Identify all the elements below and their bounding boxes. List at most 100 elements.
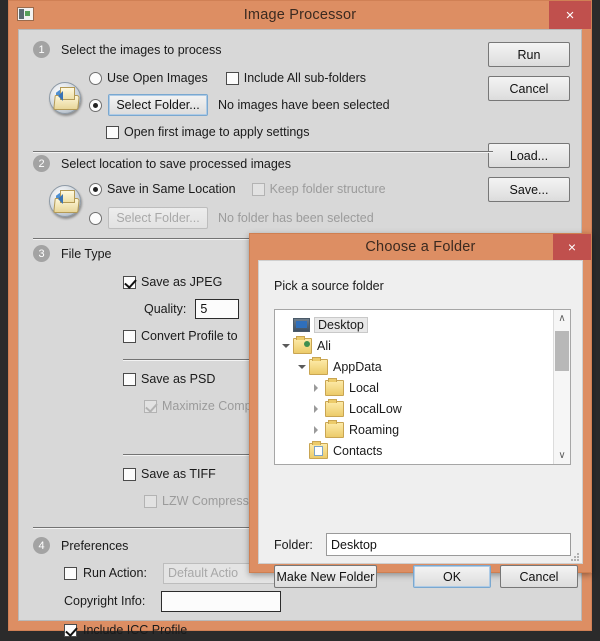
make-new-folder-button[interactable]: Make New Folder: [274, 565, 377, 588]
contacts-icon: [309, 440, 328, 459]
row-open-first-image: Open first image to apply settings: [89, 121, 493, 143]
label-copyright-info: Copyright Info:: [64, 594, 146, 608]
radio-select-folder-source[interactable]: [89, 98, 102, 112]
label-save-as-psd: Save as PSD: [141, 372, 216, 386]
cancel-button[interactable]: Cancel: [500, 565, 578, 588]
section-select-images: 1 Select the images to process Use Open …: [33, 41, 493, 153]
folder-picture-icon: [47, 184, 85, 218]
scroll-down-icon[interactable]: ∨: [554, 447, 570, 464]
close-icon[interactable]: ×: [553, 234, 591, 260]
twisty-expanded-icon[interactable]: [295, 361, 309, 373]
checkbox-save-as-tiff[interactable]: [123, 467, 136, 481]
row-copyright-info: Copyright Info:: [64, 589, 493, 613]
row-use-open-images: Use Open Images Include All sub-folders: [89, 67, 493, 89]
checkbox-convert-profile[interactable]: [123, 329, 136, 343]
folder-tree[interactable]: Desktop Ali AppData Local LocalLow Roami…: [274, 309, 571, 465]
checkbox-open-first-image[interactable]: [106, 125, 119, 139]
tree-item-ali[interactable]: Ali: [279, 335, 552, 356]
label-folder: Folder:: [274, 537, 313, 552]
checkbox-run-action[interactable]: [64, 566, 77, 580]
copyright-input[interactable]: [161, 590, 282, 612]
tree-item-local[interactable]: Local: [279, 377, 552, 398]
tree-item-label: Desktop: [314, 316, 368, 333]
quality-input[interactable]: 5: [195, 299, 240, 319]
select-folder-dest-button[interactable]: Select Folder...: [108, 207, 208, 229]
label-quality: Quality:: [144, 302, 187, 316]
row-select-folder-source: Select Folder... No images have been sel…: [89, 92, 493, 118]
checkbox-keep-folder-structure[interactable]: [251, 182, 265, 196]
checkbox-save-as-psd[interactable]: [123, 372, 136, 386]
radio-select-folder-dest[interactable]: [89, 211, 102, 225]
close-icon[interactable]: ×: [549, 1, 591, 29]
folder-dialog-buttons: Make New Folder OK Cancel: [274, 565, 578, 588]
label-save-as-jpeg: Save as JPEG: [141, 275, 223, 289]
folder-dialog-titlebar: Choose a Folder ×: [250, 234, 591, 260]
section-1-header: 1 Select the images to process: [33, 41, 493, 58]
label-include-icc-profile: Include ICC Profile: [83, 623, 188, 637]
label-convert-profile: Convert Profile to: [141, 329, 238, 343]
run-button[interactable]: Run: [488, 42, 570, 67]
twisty-collapsed-icon[interactable]: [311, 383, 325, 392]
tree-scrollbar[interactable]: ∧ ∨: [553, 310, 570, 464]
label-run-action: Run Action:: [83, 566, 147, 580]
folder-icon: [325, 398, 344, 417]
label-use-open-images: Use Open Images: [107, 71, 208, 85]
select-folder-source-button[interactable]: Select Folder...: [108, 94, 208, 116]
step-number-badge: 2: [33, 155, 50, 172]
scrollbar-thumb[interactable]: [555, 331, 569, 371]
row-include-icc: Include ICC Profile: [64, 619, 493, 641]
folder-tree-items: Desktop Ali AppData Local LocalLow Roami…: [275, 310, 552, 464]
divider-1: [33, 151, 493, 153]
tree-item-label: AppData: [333, 359, 382, 374]
checkbox-lzw-compression[interactable]: [144, 494, 157, 508]
tree-item-locallow[interactable]: LocalLow: [279, 398, 552, 419]
section-2-content: Save in Same Location Keep folder struct…: [33, 178, 493, 231]
page-title: Image Processor: [243, 7, 357, 23]
tree-item-label: Roaming: [349, 422, 400, 437]
section-3-title: File Type: [61, 246, 112, 261]
twisty-collapsed-icon[interactable]: [311, 425, 325, 434]
tree-item-contacts[interactable]: Contacts: [279, 440, 552, 461]
checkbox-include-subfolders[interactable]: [225, 71, 239, 85]
label-save-as-tiff: Save as TIFF: [141, 467, 216, 481]
tree-item-label: Contacts: [333, 443, 383, 458]
label-keep-folder-structure: Keep folder structure: [269, 182, 386, 196]
checkbox-include-icc-profile[interactable]: [64, 623, 77, 637]
twisty-collapsed-icon[interactable]: [311, 404, 325, 413]
folder-dialog-title: Choose a Folder: [365, 239, 476, 255]
checkbox-maximize-compatibility[interactable]: [144, 399, 157, 413]
load-button[interactable]: Load...: [488, 143, 570, 168]
radio-save-same-location[interactable]: [89, 182, 102, 196]
cancel-button[interactable]: Cancel: [488, 76, 570, 101]
desktop-icon: [293, 317, 310, 332]
source-status-text: No images have been selected: [218, 98, 390, 112]
step-number-badge: 4: [33, 537, 50, 554]
tree-item-label: LocalLow: [349, 401, 402, 416]
ok-button[interactable]: OK: [413, 565, 491, 588]
folder-icon: [309, 356, 328, 375]
tree-item-roaming[interactable]: Roaming: [279, 419, 552, 440]
step-number-badge: 3: [33, 245, 50, 262]
tree-item-appdata[interactable]: AppData: [279, 356, 552, 377]
folder-icon: [325, 419, 344, 438]
tree-item-desktop[interactable]: Desktop: [279, 314, 552, 335]
tree-item-label: Local: [349, 380, 379, 395]
label-save-same-location: Save in Same Location: [107, 182, 236, 196]
label-include-subfolders: Include All sub-folders: [243, 71, 367, 85]
row-select-folder-dest: Select Folder... No folder has been sele…: [89, 205, 493, 231]
main-titlebar: Image Processor ×: [9, 1, 591, 29]
dest-status-text: No folder has been selected: [218, 211, 374, 225]
scroll-up-icon[interactable]: ∧: [554, 310, 570, 327]
folder-icon: [325, 377, 344, 396]
folder-dialog-body: Pick a source folder Desktop Ali AppData: [258, 260, 583, 588]
user-folder-icon: [293, 335, 312, 354]
checkbox-save-as-jpeg[interactable]: [123, 275, 136, 289]
image-processor-icon: [17, 7, 34, 21]
folder-name-input[interactable]: Desktop: [326, 533, 571, 556]
radio-use-open-images[interactable]: [89, 71, 102, 85]
save-button[interactable]: Save...: [488, 177, 570, 202]
label-open-first-image: Open first image to apply settings: [124, 125, 310, 139]
twisty-expanded-icon[interactable]: [279, 340, 293, 352]
resize-grip-icon[interactable]: [569, 551, 579, 561]
row-folder-field: Folder: Desktop: [274, 533, 571, 556]
